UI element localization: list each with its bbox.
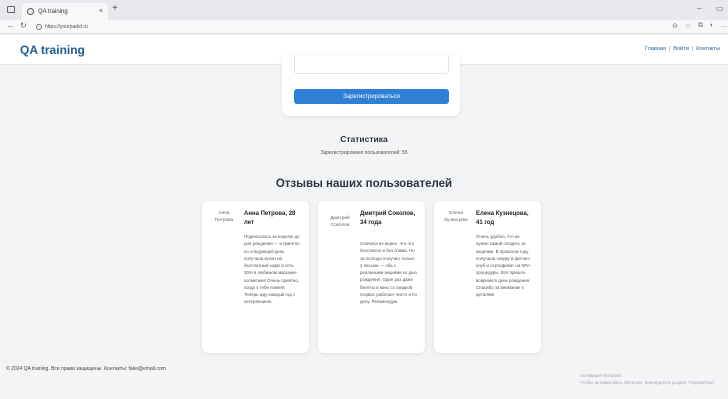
footer-copyright: © 2024 QA training. Все права защищены. … (6, 366, 166, 372)
watermark-line-2: Чтобы активировать Windows, перейдите в … (580, 379, 716, 385)
review-author: Елена Кузнецова, 41 год (476, 211, 529, 226)
stats-registered-count: Зарегистрировано пользователей: 55 (320, 150, 408, 156)
favorite-icon[interactable]: ☆ (685, 22, 691, 30)
new-tab-icon[interactable]: + (112, 3, 118, 14)
collections-icon[interactable]: ⧉ (698, 22, 703, 30)
site-logo[interactable]: QA training (20, 43, 85, 57)
favicon-icon (27, 8, 34, 15)
review-text: Подписалась за неделю до дня рождения — … (244, 234, 300, 305)
review-card: Елена Кузнецова Елена Кузнецова, 41 год … (434, 201, 541, 353)
lock-icon (36, 24, 42, 30)
zoom-icon[interactable]: ⊖ (672, 22, 678, 30)
url-text: https://yourpadel.ru (45, 24, 88, 30)
watermark-line-1: Активация Windows (580, 373, 622, 378)
url-field[interactable]: https://yourpadel.ru (36, 22, 666, 32)
review-text: Очень удобно, что не нужно самой следить… (476, 234, 532, 298)
refresh-icon[interactable]: ↻ (20, 21, 27, 30)
minimize-icon[interactable]: – (697, 4, 701, 13)
register-button[interactable]: Зарегистрироваться (294, 89, 449, 104)
back-icon[interactable]: ← (7, 21, 15, 30)
nav-link-login[interactable]: Войти (673, 46, 688, 52)
nav-separator: | (668, 46, 671, 52)
browser-tab-bar: QA training × + – ▭ (0, 0, 728, 20)
tab-title: QA training (38, 8, 68, 15)
browser-tab[interactable]: QA training × (22, 3, 108, 20)
windows-activation-watermark: Активация Windows Чтобы активировать Win… (580, 373, 716, 387)
form-input-field[interactable] (294, 55, 449, 74)
extensions-icon[interactable]: ◐ (710, 22, 714, 29)
main-nav: Главная | Войти | Контакты (645, 46, 720, 52)
restore-icon[interactable]: ▭ (716, 4, 724, 13)
avatar: Анна Петрова (214, 211, 234, 224)
review-text: Сначала не верил, что это бесплатно и бе… (360, 241, 417, 305)
registration-form: Зарегистрироваться (282, 55, 460, 116)
stats-title: Статистика (340, 134, 388, 144)
review-card: Дмитрий Соколов Дмитрий Соколов, 34 года… (318, 201, 425, 353)
avatar: Елена Кузнецова (444, 211, 468, 224)
window-icon[interactable] (7, 6, 15, 13)
nav-link-contacts[interactable]: Контакты (696, 46, 720, 52)
address-bar: ← ↻ https://yourpadel.ru ⊖ ☆ ⧉ ◐ … (0, 20, 728, 34)
nav-link-home[interactable]: Главная (645, 46, 666, 52)
reviews-title: Отзывы наших пользователей (275, 178, 453, 190)
more-icon[interactable]: … (721, 22, 728, 29)
review-author: Анна Петрова, 28 лет (244, 211, 296, 226)
review-author: Дмитрий Соколов, 34 года (360, 211, 416, 226)
tab-close-icon[interactable]: × (99, 8, 103, 15)
review-card: Анна Петрова Анна Петрова, 28 лет Подпис… (202, 201, 309, 353)
avatar: Дмитрий Соколов (330, 216, 350, 229)
nav-separator: | (691, 46, 694, 52)
